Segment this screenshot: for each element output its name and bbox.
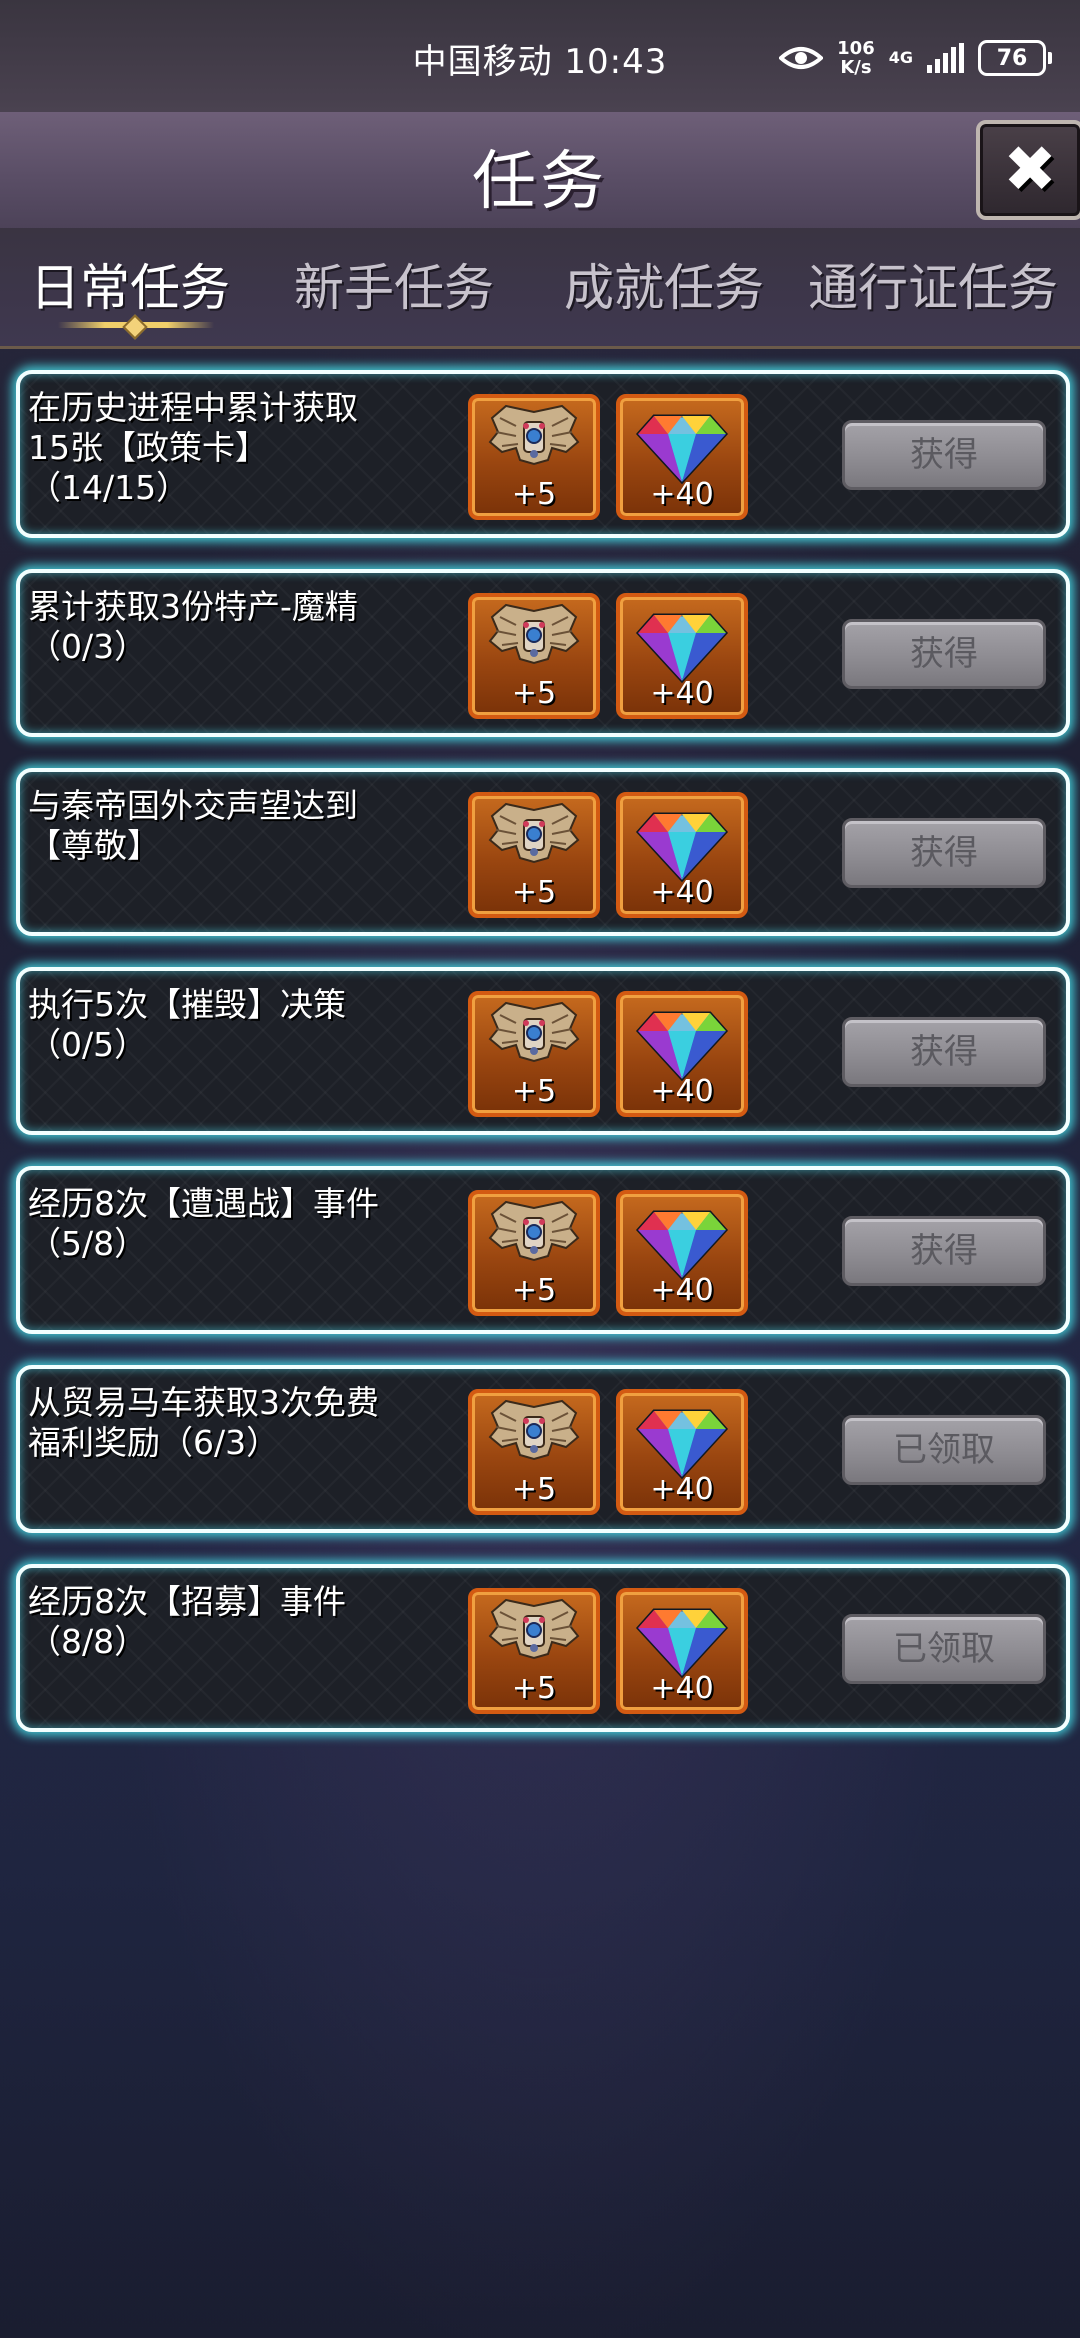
- task-card: 经历8次【招募】事件 （8/8） +5 +40 已领取: [16, 1564, 1070, 1732]
- reward-gems[interactable]: +40: [616, 991, 748, 1117]
- winged-emblem-icon: [488, 1399, 580, 1461]
- claim-button[interactable]: 获得: [842, 1216, 1046, 1286]
- reward-count: +40: [650, 1671, 714, 1706]
- reward-count: +5: [511, 1671, 557, 1706]
- reward-emblem[interactable]: +5: [468, 991, 600, 1117]
- task-card: 执行5次【摧毁】决策 （0/5） +5 +40 获得: [16, 967, 1070, 1135]
- reward-gems[interactable]: +40: [616, 1190, 748, 1316]
- reward-emblem[interactable]: +5: [468, 394, 600, 520]
- reward-count: +40: [650, 1273, 714, 1308]
- task-line-1: 经历8次【招募】事件: [28, 1582, 346, 1621]
- winged-emblem-icon: [488, 1001, 580, 1063]
- winged-emblem-icon: [488, 1598, 580, 1660]
- rainbow-gem-icon: [635, 1011, 729, 1082]
- winged-emblem-icon: [488, 404, 580, 466]
- task-progress: （8/8）: [28, 1622, 148, 1661]
- winged-emblem-icon: [488, 1200, 580, 1262]
- task-card: 在历史进程中累计获取 15张【政策卡】 （14/15） +5 +40 获得: [16, 370, 1070, 538]
- reward-gems[interactable]: +40: [616, 1389, 748, 1515]
- task-line-1: 与秦帝国外交声望达到: [28, 786, 358, 825]
- task-line-2: 【尊敬】: [28, 826, 160, 865]
- rainbow-gem-icon: [635, 812, 729, 883]
- reward-gems[interactable]: +40: [616, 792, 748, 918]
- task-card: 经历8次【遭遇战】事件 （5/8） +5 +40 获得: [16, 1166, 1070, 1334]
- reward-emblem[interactable]: +5: [468, 1190, 600, 1316]
- reward-count: +5: [511, 875, 557, 910]
- rainbow-gem-icon: [635, 613, 729, 684]
- task-line-1: 经历8次【遭遇战】事件: [28, 1184, 379, 1223]
- rainbow-gem-icon: [635, 1409, 729, 1480]
- reward-gems[interactable]: +40: [616, 593, 748, 719]
- winged-emblem-icon: [488, 603, 580, 665]
- task-progress: （14/15）: [28, 468, 190, 507]
- reward-gems[interactable]: +40: [616, 1588, 748, 1714]
- task-line-1: 累计获取3份特产-魔精: [28, 587, 358, 626]
- reward-count: +5: [511, 1273, 557, 1308]
- reward-count: +40: [650, 477, 714, 512]
- claim-button[interactable]: 已领取: [842, 1415, 1046, 1485]
- task-list: 在历史进程中累计获取 15张【政策卡】 （14/15） +5 +40 获得 累计获取3份…: [0, 0, 1080, 2338]
- task-description: 与秦帝国外交声望达到 【尊敬】: [28, 786, 458, 866]
- task-card: 与秦帝国外交声望达到 【尊敬】 +5 +40 获得: [16, 768, 1070, 936]
- claim-button[interactable]: 获得: [842, 1017, 1046, 1087]
- claim-button[interactable]: 获得: [842, 818, 1046, 888]
- rainbow-gem-icon: [635, 414, 729, 485]
- reward-count: +40: [650, 1074, 714, 1109]
- reward-count: +5: [511, 676, 557, 711]
- task-line-2: 福利奖励（6/3）: [28, 1423, 280, 1462]
- task-description: 从贸易马车获取3次免费 福利奖励（6/3）: [28, 1383, 458, 1463]
- task-description: 累计获取3份特产-魔精 （0/3）: [28, 587, 458, 667]
- reward-count: +5: [511, 477, 557, 512]
- task-card: 从贸易马车获取3次免费 福利奖励（6/3） +5 +40 已领取: [16, 1365, 1070, 1533]
- task-line-1: 从贸易马车获取3次免费: [28, 1383, 379, 1422]
- task-card: 累计获取3份特产-魔精 （0/3） +5 +40 获得: [16, 569, 1070, 737]
- reward-count: +5: [511, 1074, 557, 1109]
- task-description: 经历8次【招募】事件 （8/8）: [28, 1582, 458, 1662]
- claim-button[interactable]: 获得: [842, 619, 1046, 689]
- winged-emblem-icon: [488, 802, 580, 864]
- task-description: 在历史进程中累计获取 15张【政策卡】 （14/15）: [28, 388, 458, 508]
- reward-count: +40: [650, 676, 714, 711]
- task-line-2: 15张【政策卡】: [28, 428, 268, 467]
- reward-count: +40: [650, 875, 714, 910]
- reward-emblem[interactable]: +5: [468, 1588, 600, 1714]
- task-progress: （0/5）: [28, 1025, 148, 1064]
- reward-count: +5: [511, 1472, 557, 1507]
- task-line-1: 在历史进程中累计获取: [28, 388, 358, 427]
- reward-emblem[interactable]: +5: [468, 792, 600, 918]
- task-line-1: 执行5次【摧毁】决策: [28, 985, 346, 1024]
- claim-button[interactable]: 已领取: [842, 1614, 1046, 1684]
- reward-emblem[interactable]: +5: [468, 1389, 600, 1515]
- reward-emblem[interactable]: +5: [468, 593, 600, 719]
- reward-count: +40: [650, 1472, 714, 1507]
- task-description: 执行5次【摧毁】决策 （0/5）: [28, 985, 458, 1065]
- task-description: 经历8次【遭遇战】事件 （5/8）: [28, 1184, 458, 1264]
- task-progress: （0/3）: [28, 627, 148, 666]
- task-progress: （5/8）: [28, 1224, 148, 1263]
- rainbow-gem-icon: [635, 1210, 729, 1281]
- reward-gems[interactable]: +40: [616, 394, 748, 520]
- rainbow-gem-icon: [635, 1608, 729, 1679]
- claim-button[interactable]: 获得: [842, 420, 1046, 490]
